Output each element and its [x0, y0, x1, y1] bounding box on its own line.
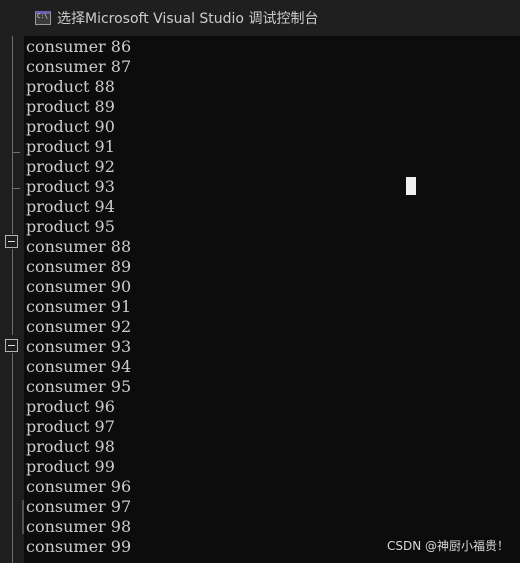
console-line: consumer 94: [26, 357, 132, 376]
console-line: consumer 96: [26, 477, 132, 496]
console-line: product 97: [26, 417, 115, 436]
outline-line: [12, 353, 13, 563]
console-line: consumer 89: [26, 257, 132, 276]
console-line: product 88: [26, 77, 115, 96]
console-line: consumer 97: [26, 497, 132, 516]
console-line: product 91: [26, 137, 115, 156]
console-line: consumer 87: [26, 57, 132, 76]
editor-gutter: [0, 0, 24, 563]
console-line: product 92: [26, 157, 115, 176]
collapse-icon[interactable]: [5, 235, 18, 248]
change-marker: [22, 500, 24, 534]
console-line: consumer 88: [26, 237, 132, 256]
console-line: product 90: [26, 117, 115, 136]
console-line: consumer 92: [26, 317, 132, 336]
console-line: product 98: [26, 437, 115, 456]
outline-line: [12, 36, 13, 152]
collapse-icon[interactable]: [5, 339, 18, 352]
console-window: 选择Microsoft Visual Studio 调试控制台 consumer…: [0, 0, 520, 563]
console-line: product 96: [26, 397, 115, 416]
console-line: consumer 98: [26, 517, 132, 536]
outline-line: [12, 188, 13, 234]
outline-line: [12, 249, 13, 335]
console-line: consumer 90: [26, 277, 132, 296]
console-line: consumer 91: [26, 297, 132, 316]
console-line: product 93: [26, 177, 115, 196]
console-line: product 94: [26, 197, 115, 216]
text-cursor: [406, 177, 416, 195]
console-line: consumer 95: [26, 377, 132, 396]
outline-line: [12, 152, 13, 188]
console-line: product 95: [26, 217, 115, 236]
watermark: CSDN @神厨小福贵！: [386, 539, 509, 553]
outline-tick: [12, 152, 20, 153]
console-line: product 89: [26, 97, 115, 116]
console-line: consumer 86: [26, 37, 132, 56]
title-bar[interactable]: 选择Microsoft Visual Studio 调试控制台: [24, 0, 520, 36]
console-output[interactable]: consumer 86 consumer 87 product 88 product …: [26, 37, 520, 557]
window-title: 选择Microsoft Visual Studio 调试控制台: [57, 11, 319, 27]
console-app-icon: [35, 11, 51, 25]
console-line: consumer 93: [26, 337, 132, 356]
console-line: product 99: [26, 457, 115, 476]
outline-tick: [12, 188, 20, 189]
